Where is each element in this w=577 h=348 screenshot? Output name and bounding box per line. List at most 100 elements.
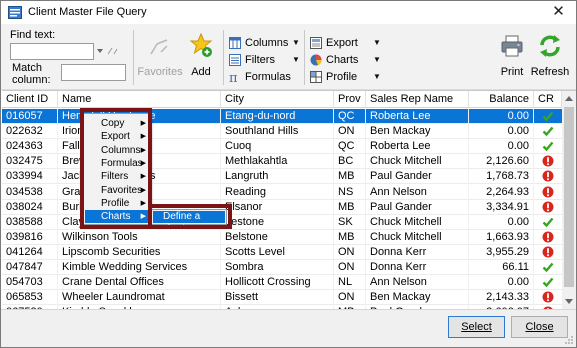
column-header-sales-rep[interactable]: Sales Rep Name (366, 91, 469, 108)
column-header-cr[interactable]: CR (534, 91, 562, 108)
match-column-input[interactable] (61, 64, 126, 81)
table-row[interactable]: 047847 Kimble Wedding Services Sombra ON Don… (2, 260, 562, 275)
cell-client-id: 038024 (2, 199, 58, 215)
toolbar-separator (223, 30, 224, 85)
cell-balance: 66.11 (469, 260, 534, 275)
cell-client-id: 054703 (2, 275, 58, 291)
table-row[interactable]: 065853 Wheeler Laundromat Bissett ON Ben Mac… (2, 290, 562, 306)
column-header-prov[interactable]: Prov (334, 91, 366, 108)
find-options-icon[interactable] (96, 46, 118, 56)
column-header-city[interactable]: City (221, 91, 334, 108)
toolbar-separator (304, 30, 305, 85)
formulas-button[interactable]: π Formulas (229, 69, 301, 85)
cell-sales-rep: Paul Gander (366, 199, 469, 215)
refresh-label: Refresh (530, 66, 570, 78)
vertical-scrollbar[interactable] (562, 91, 576, 309)
query-window: Client Master File Query ✕ Find text: Ma… (0, 0, 577, 348)
profile-menu-button[interactable]: Profile ▼ (310, 69, 382, 85)
favorites-label: Favorites (137, 66, 183, 78)
cell-client-id: 024363 (2, 139, 58, 155)
close-button[interactable]: Close (511, 316, 568, 338)
find-text-input[interactable] (10, 43, 94, 60)
refresh-icon (540, 35, 560, 57)
credit-alert-icon (542, 170, 554, 182)
columns-label: Columns (245, 37, 289, 49)
cell-sales-rep: Paul Gander (366, 169, 469, 185)
add-label: Add (191, 66, 211, 78)
print-label: Print (500, 66, 524, 78)
cell-city: Cuoq (221, 139, 334, 155)
scrollbar-thumb[interactable] (564, 107, 574, 287)
cell-balance: 0.00 (469, 139, 534, 155)
cell-sales-rep: Ben Mackay (366, 290, 469, 306)
cell-city: Belstone (221, 229, 334, 245)
cell-prov: NL (334, 275, 366, 291)
charts-menu-button[interactable]: Charts ▼ (310, 52, 382, 68)
credit-alert-icon (542, 155, 554, 167)
filters-menu-button[interactable]: Filters ▼ (229, 52, 301, 68)
cell-balance: 1,768.73 (469, 169, 534, 185)
cell-prov: BC (334, 154, 366, 170)
grid-header: Client ID Name City Prov Sales Rep Name … (2, 91, 562, 108)
cell-sales-rep: Roberta Lee (366, 109, 469, 124)
cell-city: Hollicott Crossing (221, 275, 334, 291)
credit-ok-check-icon (542, 126, 554, 137)
column-header-client-id[interactable]: Client ID (2, 91, 58, 108)
export-menu-button[interactable]: Export ▼ (310, 35, 382, 51)
cell-client-id: 016057 (2, 109, 58, 124)
table-row[interactable]: 039816 Wilkinson Tools Belstone MB Chuck Mit… (2, 229, 562, 245)
cell-city: Elsanor (221, 199, 334, 215)
column-header-balance[interactable]: Balance (469, 91, 534, 108)
cell-balance: 2,143.33 (469, 290, 534, 306)
find-text-label: Find text: (10, 29, 56, 41)
cell-name: Lipscomb Securities (58, 244, 221, 260)
cell-balance: 0.00 (469, 214, 534, 230)
cell-sales-rep: Chuck Mitchell (366, 154, 469, 170)
column-header-name[interactable]: Name (58, 91, 221, 108)
cell-balance: 3,334.91 (469, 199, 534, 215)
cell-balance: 3,955.29 (469, 244, 534, 260)
cell-sales-rep: Chuck Mitchell (366, 214, 469, 230)
cell-client-id: 032475 (2, 154, 58, 170)
cell-prov: SK (334, 214, 366, 230)
cell-city: Sombra (221, 260, 334, 275)
cell-name: Wheeler Laundromat (58, 290, 221, 306)
credit-alert-icon (542, 186, 554, 197)
cell-prov: ON (334, 290, 366, 306)
cell-city: Southland Hills (221, 124, 334, 140)
print-button[interactable]: Print (495, 30, 529, 88)
cell-client-id: 041264 (2, 244, 58, 260)
toolbar-separator (133, 30, 134, 85)
credit-ok-check-icon (542, 262, 554, 273)
select-label: Select (461, 321, 492, 333)
resize-grip-icon[interactable] (564, 335, 574, 345)
window-close-button[interactable]: ✕ (541, 1, 576, 24)
cell-sales-rep: Ann Nelson (366, 275, 469, 291)
credit-ok-check-icon (542, 111, 554, 122)
scroll-down-icon[interactable] (565, 299, 573, 305)
table-row[interactable]: 054703 Crane Dental Offices Hollicott Cros… (2, 275, 562, 291)
cell-city: Reading (221, 184, 334, 200)
table-row[interactable]: 041264 Lipscomb Securities Scotts Level ON D… (2, 244, 562, 260)
match-column-label: Match column: (12, 62, 51, 86)
cell-balance: 2,264.93 (469, 184, 534, 200)
select-button[interactable]: Select (448, 316, 505, 338)
cell-city: Methlakahtla (221, 154, 334, 170)
cell-name: Crane Dental Offices (58, 275, 221, 291)
favorites-button[interactable]: Favorites (137, 30, 183, 88)
cell-name: Kimble Wedding Services (58, 260, 221, 275)
cell-sales-rep: Donna Kerr (366, 244, 469, 260)
title-bar: Client Master File Query ✕ (1, 1, 576, 24)
app-icon (8, 6, 22, 19)
cell-client-id: 033994 (2, 169, 58, 185)
cell-balance: 2,126.60 (469, 154, 534, 170)
refresh-button[interactable]: Refresh (530, 30, 570, 88)
cell-city: Lestone (221, 214, 334, 230)
cell-sales-rep: Ben Mackay (366, 124, 469, 140)
profile-dropdown-arrow-icon: ▼ (373, 72, 381, 81)
add-favorite-button[interactable]: Add (186, 30, 216, 88)
scroll-up-icon[interactable] (565, 95, 573, 101)
columns-menu-button[interactable]: Columns ▼ (229, 35, 301, 51)
filters-label: Filters (245, 54, 275, 66)
credit-alert-icon (542, 231, 554, 243)
